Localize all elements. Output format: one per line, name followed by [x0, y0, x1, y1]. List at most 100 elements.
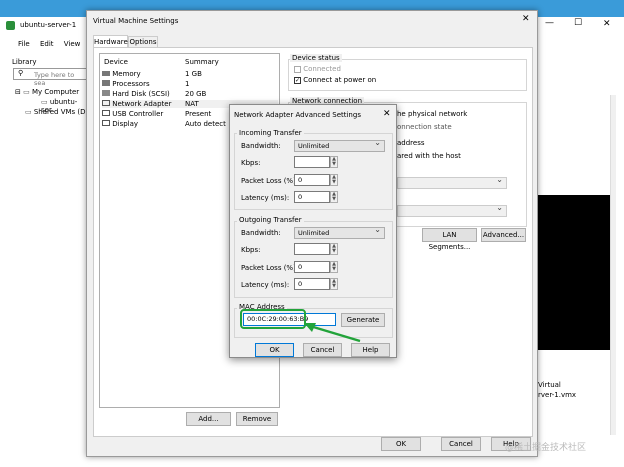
tree-item-my-computer[interactable]: ⊟ ▭ My Computer — [15, 88, 79, 96]
device-summary: 20 GB — [185, 90, 207, 98]
lan-segment-select[interactable] — [397, 203, 507, 217]
checkmark-icon: ✓ — [294, 76, 301, 84]
search-icon: ⚲ — [18, 69, 24, 77]
device-header: Device — [104, 58, 128, 66]
tree-item-shared[interactable]: ▭ Shared VMs (D — [25, 108, 86, 116]
watermark: @稀土掘金技术社区 — [505, 443, 587, 453]
adv-close-icon[interactable]: ✕ — [383, 109, 391, 119]
out-latency-input[interactable]: 0 — [294, 278, 330, 290]
device-name: Memory — [112, 70, 141, 78]
in-bandwidth-label: Bandwidth: — [241, 142, 281, 150]
processor-icon — [102, 80, 110, 86]
device-status-label: Device status — [290, 54, 342, 62]
menu-file[interactable]: File — [18, 40, 30, 48]
main-title: ubuntu-server-1 — [20, 21, 77, 29]
settings-cancel-button[interactable]: Cancel — [441, 437, 481, 451]
add-button[interactable]: Add... — [186, 412, 231, 426]
out-latency-spinner[interactable]: ▲ ▼ — [330, 278, 338, 290]
main-minimize-icon[interactable]: — — [545, 18, 554, 28]
settings-title: Virtual Machine Settings — [93, 17, 179, 25]
advanced-button[interactable]: Advanced... — [481, 228, 526, 242]
connected-checkbox[interactable]: Connected — [294, 65, 341, 73]
library-search[interactable]: ⚲ Type here to sea — [13, 68, 88, 87]
usb-icon — [102, 110, 110, 116]
incoming-label: Incoming Transfer — [237, 129, 304, 137]
out-kbps-input[interactable] — [294, 243, 330, 255]
settings-close-icon[interactable]: ✕ — [522, 14, 530, 24]
scrollbar[interactable] — [610, 95, 616, 435]
main-close-icon[interactable]: ✕ — [603, 19, 611, 29]
search-placeholder: Type here to sea — [34, 71, 75, 87]
bridged-text: he physical network — [397, 110, 468, 118]
out-bandwidth-select[interactable]: Unlimited — [294, 225, 385, 239]
tree-label: My Computer — [31, 88, 80, 96]
out-packet-loss-input[interactable]: 0 — [294, 261, 330, 273]
hostonly-text: ared with the host — [397, 152, 461, 160]
in-packet-loss-input[interactable]: 0 — [294, 174, 330, 186]
library-label: Library — [12, 58, 37, 66]
vm-info-text1: Virtual — [538, 381, 561, 389]
collapse-icon: ⊟ — [15, 88, 21, 96]
in-latency-spinner[interactable]: ▲ ▼ — [330, 191, 338, 203]
shared-icon: ▭ — [25, 108, 32, 116]
out-bandwidth-label: Bandwidth: — [241, 229, 281, 237]
in-kbps-label: Kbps: — [241, 159, 261, 167]
in-latency-input[interactable]: 0 — [294, 191, 330, 203]
device-status-group — [288, 59, 527, 91]
in-kbps-spinner[interactable]: ▲ ▼ — [330, 156, 338, 168]
in-latency-label: Latency (ms): — [241, 194, 290, 202]
settings-ok-button[interactable]: OK — [381, 437, 421, 451]
connected-label: Connected — [303, 65, 341, 73]
device-name: Network Adapter — [112, 100, 172, 108]
out-packet-loss-spinner[interactable]: ▲ ▼ — [330, 261, 338, 273]
nat-text: address — [397, 139, 425, 147]
memory-icon — [102, 71, 110, 76]
device-summary: Present — [185, 110, 212, 118]
connect-power-label: Connect at power on — [303, 76, 377, 84]
display-icon — [102, 120, 110, 126]
vm-preview — [535, 195, 610, 350]
adv-ok-button[interactable]: OK — [255, 343, 294, 357]
adv-settings-dialog: Network Adapter Advanced Settings ✕ Inco… — [229, 104, 397, 358]
main-maximize-icon[interactable]: ☐ — [574, 18, 582, 28]
remove-button[interactable]: Remove — [236, 412, 278, 426]
device-name: Display — [112, 120, 139, 128]
in-bandwidth-select[interactable]: Unlimited — [294, 138, 385, 152]
menu-edit[interactable]: Edit — [40, 40, 54, 48]
adv-title: Network Adapter Advanced Settings — [234, 111, 361, 119]
in-kbps-input[interactable] — [294, 156, 330, 168]
adv-help-button[interactable]: Help — [351, 343, 390, 357]
out-packet-loss-label: Packet Loss (%): — [241, 264, 299, 272]
library-tree: ⊟ ▭ My Computer ▭ ubuntu-ser ▭ Shared VM… — [15, 86, 88, 156]
device-summary: Auto detect — [185, 120, 226, 128]
computer-icon: ▭ — [23, 88, 30, 96]
main-menubar: File Edit View — [18, 40, 88, 48]
adv-cancel-button[interactable]: Cancel — [303, 343, 342, 357]
hard-disk-icon — [102, 90, 110, 96]
device-row[interactable]: Processors 1 — [102, 80, 278, 88]
device-row[interactable]: Hard Disk (SCSI) 20 GB — [102, 90, 278, 98]
out-kbps-spinner[interactable]: ▲ ▼ — [330, 243, 338, 255]
custom-network-select[interactable] — [397, 175, 507, 189]
device-name: Processors — [112, 80, 150, 88]
vmware-logo-icon — [6, 21, 15, 30]
mac-highlight-box — [240, 309, 306, 329]
vm-info-text2: rver-1.vmx — [538, 391, 577, 399]
outgoing-label: Outgoing Transfer — [237, 216, 304, 224]
connect-power-checkbox[interactable]: ✓ Connect at power on — [294, 76, 376, 84]
device-summary: 1 — [185, 80, 190, 88]
summary-header: Summary — [185, 58, 219, 66]
device-name: Hard Disk (SCSI) — [112, 90, 170, 98]
vm-icon: ▭ — [41, 98, 48, 106]
device-name: USB Controller — [112, 110, 164, 118]
in-packet-loss-spinner[interactable]: ▲ ▼ — [330, 174, 338, 186]
out-latency-label: Latency (ms): — [241, 281, 290, 289]
lan-segments-button[interactable]: LAN Segments... — [422, 228, 477, 251]
replicate-text: onnection state — [397, 123, 452, 131]
device-row[interactable]: Memory 1 GB — [102, 70, 278, 78]
tree-label: Shared VMs (D — [33, 108, 86, 116]
out-kbps-label: Kbps: — [241, 246, 261, 254]
menu-view[interactable]: View — [64, 40, 81, 48]
in-packet-loss-label: Packet Loss (%): — [241, 177, 299, 185]
checkbox-icon — [294, 65, 301, 73]
